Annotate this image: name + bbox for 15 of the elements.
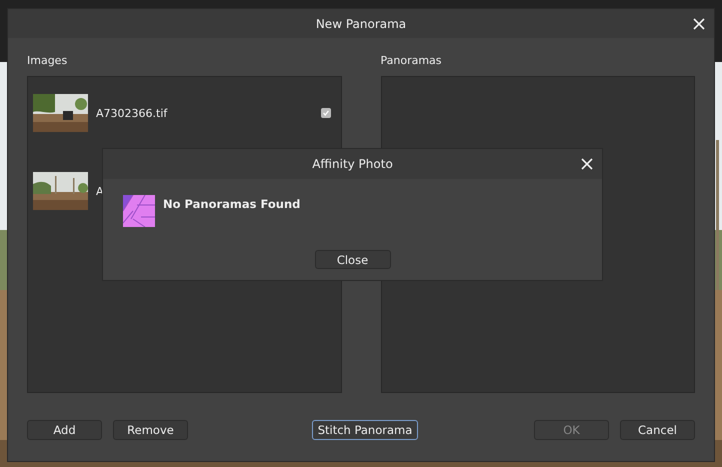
- dialog-button[interactable]: Remove: [113, 420, 188, 440]
- app-logo-icon: [123, 195, 155, 227]
- section-label: Images: [27, 54, 68, 67]
- close-icon[interactable]: [693, 18, 705, 30]
- close-button[interactable]: Close: [314, 250, 390, 269]
- window-title: New Panorama: [316, 16, 406, 30]
- dialog-button[interactable]: Cancel: [620, 420, 695, 440]
- close-icon[interactable]: [581, 158, 593, 170]
- checkbox[interactable]: [320, 108, 330, 118]
- dialog-button[interactable]: Add: [27, 420, 102, 440]
- dialog-button[interactable]: Stitch Panorama: [312, 420, 418, 440]
- image-name[interactable]: A7302366.tif: [96, 106, 312, 120]
- alert-message: No Panoramas Found: [163, 196, 300, 213]
- section-label: Panoramas: [380, 54, 443, 67]
- alert-title: Affinity Photo: [312, 157, 393, 171]
